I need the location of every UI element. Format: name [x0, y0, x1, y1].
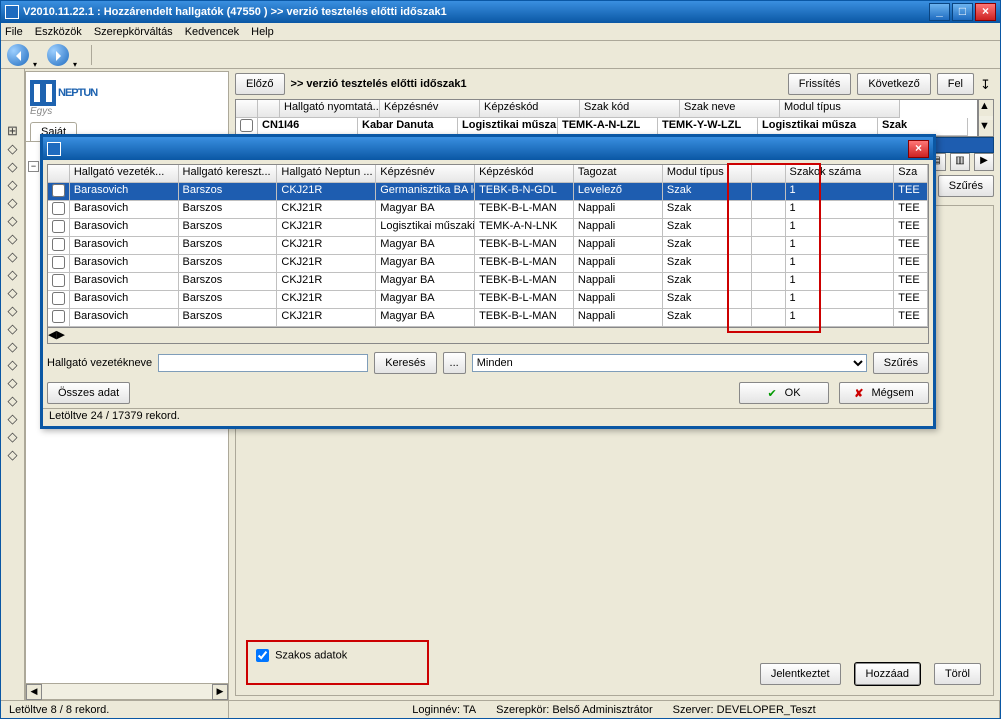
modul-tipus-highlight	[727, 163, 821, 333]
menubar: File Eszközök Szerepkörváltás Kedvencek …	[1, 23, 1000, 41]
menu-file[interactable]: File	[5, 26, 23, 38]
dialog-filter-button[interactable]: Szűrés	[873, 352, 929, 374]
dialog-icon	[47, 142, 61, 156]
nav-toolbar	[1, 41, 1000, 69]
szakos-adatok-highlight: Szakos adatok	[246, 640, 429, 685]
dialog-search-button[interactable]: Keresés	[374, 352, 436, 374]
menu-help[interactable]: Help	[251, 26, 274, 38]
dialog-close-button[interactable]: ×	[908, 140, 929, 158]
next-button[interactable]: Következő	[857, 73, 930, 95]
dialog-filter-combo[interactable]: Minden	[472, 354, 867, 372]
nav-forward-icon[interactable]	[47, 44, 69, 66]
jelentkeztet-button[interactable]: Jelentkeztet	[760, 663, 841, 685]
prev-button[interactable]: Előző	[235, 73, 285, 95]
grid-btn-2[interactable]: ▥	[950, 153, 970, 171]
tree-hscroll[interactable]: ◀▶	[26, 683, 228, 699]
grid-vscroll[interactable]: ▲▼	[978, 99, 994, 137]
window-title: V2010.11.22.1 : Hozzárendelt hallgatók (…	[23, 6, 447, 18]
maximize-button[interactable]: □	[952, 3, 973, 21]
main-titlebar[interactable]: V2010.11.22.1 : Hozzárendelt hallgatók (…	[1, 1, 1000, 23]
dialog-filter-input[interactable]	[158, 354, 368, 372]
szakos-adatok-checkbox[interactable]	[256, 649, 269, 662]
app-icon	[5, 5, 19, 19]
menu-favorites[interactable]: Kedvencek	[185, 26, 239, 38]
close-button[interactable]: ×	[975, 3, 996, 21]
filter-button[interactable]: Szűrés	[938, 175, 994, 197]
dialog-statusbar: Letöltve 24 / 17379 rekord.	[43, 408, 933, 426]
torol-button[interactable]: Töröl	[934, 663, 981, 685]
nav-back-dropdown[interactable]	[33, 58, 41, 66]
gutter-expand-icon[interactable]	[5, 123, 21, 139]
menu-roles[interactable]: Szerepkörváltás	[94, 26, 173, 38]
nav-forward-dropdown[interactable]	[73, 58, 81, 66]
menu-tools[interactable]: Eszközök	[35, 26, 82, 38]
context-caption: >> verzió tesztelés előtti időszak1	[291, 78, 467, 90]
nav-back-icon[interactable]	[7, 44, 29, 66]
ok-button[interactable]: OK	[739, 382, 829, 404]
refresh-button[interactable]: Frissítés	[788, 73, 852, 95]
minimize-button[interactable]: _	[929, 3, 950, 21]
student-picker-dialog: × Hallgató vezeték...Hallgató kereszt...…	[40, 134, 936, 429]
assigned-students-grid[interactable]: Hallgató nyomtatá...KépzésnévKépzéskódSz…	[235, 99, 978, 137]
grid-btn-3[interactable]: ▶	[974, 153, 994, 171]
dialog-browse-button[interactable]: ...	[443, 352, 466, 374]
dialog-titlebar[interactable]: ×	[43, 137, 933, 160]
cancel-button[interactable]: Mégsem	[839, 382, 929, 404]
hozzaad-button[interactable]: Hozzáad	[855, 663, 920, 685]
pin-icon[interactable]	[980, 77, 994, 91]
logo: NEPTUN Egys	[26, 72, 228, 119]
left-gutter	[1, 69, 25, 700]
statusbar: Letöltve 8 / 8 rekord. Loginnév: TA Szer…	[1, 700, 1000, 718]
up-button[interactable]: Fel	[937, 73, 974, 95]
all-data-button[interactable]: Összes adat	[47, 382, 130, 404]
